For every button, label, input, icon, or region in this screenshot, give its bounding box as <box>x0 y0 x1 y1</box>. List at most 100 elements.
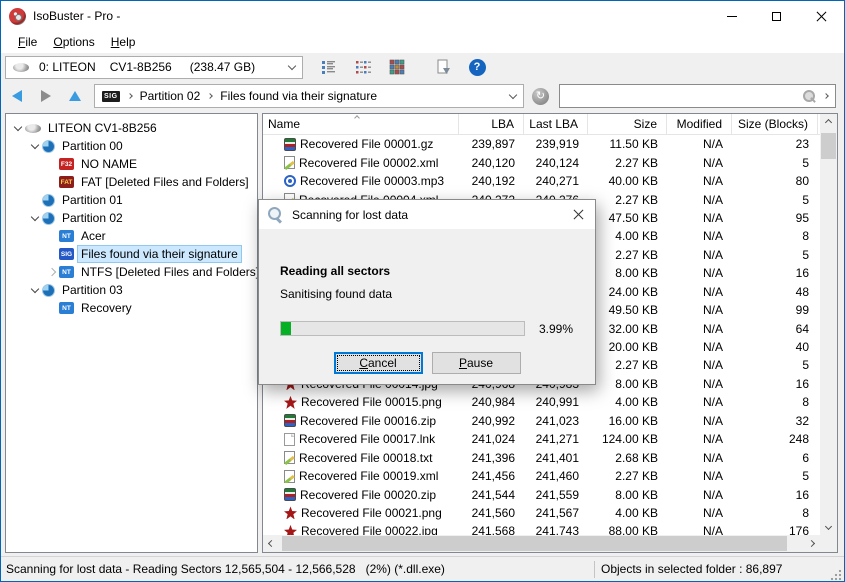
scroll-down-button[interactable] <box>820 518 837 535</box>
cell-modified: N/A <box>702 413 723 428</box>
tree-item-partition-02[interactable]: Partition 02 <box>6 209 257 227</box>
menu-help[interactable]: Help <box>103 31 144 53</box>
cell-blocks: 95 <box>795 210 809 225</box>
menu-file[interactable]: File <box>10 31 45 53</box>
horizontal-scrollbar[interactable] <box>263 535 820 552</box>
tree-item-fat-deleted-files-and-folders[interactable]: FAT FAT [Deleted Files and Folders] <box>6 173 257 191</box>
chevron-expanded-icon[interactable] <box>28 140 42 150</box>
breadcrumb-item-partition[interactable]: Partition 02 <box>140 89 201 103</box>
table-row[interactable]: Recovered File 00015.png 240,984 240,991 4.… <box>263 393 820 411</box>
vertical-scroll-thumb[interactable] <box>821 133 836 159</box>
list-view-button[interactable] <box>317 55 341 79</box>
tree-item-label: Partition 03 <box>62 283 123 297</box>
extract-button[interactable] <box>431 55 455 79</box>
cell-last_lba: 241,460 <box>535 469 579 484</box>
chevron-up-icon <box>824 118 833 127</box>
tree-item-label: Partition 01 <box>62 193 123 207</box>
cell-size: 4.00 KB <box>615 505 658 520</box>
column-header-size[interactable]: Size <box>588 114 667 134</box>
forward-button[interactable] <box>41 90 51 102</box>
table-row[interactable]: Recovered File 00002.xml 240,120 240,124 2.… <box>263 153 820 171</box>
vertical-scrollbar[interactable] <box>820 114 837 535</box>
tree-item-label: NO NAME <box>81 157 138 171</box>
pause-button[interactable]: Pause <box>431 352 521 374</box>
table-row[interactable]: Recovered File 00016.zip 240,992 241,023 16… <box>263 412 820 430</box>
column-header-last-lba[interactable]: Last LBA <box>524 114 588 134</box>
cell-last_lba: 241,401 <box>535 450 579 465</box>
back-button[interactable] <box>12 90 22 102</box>
up-button[interactable] <box>69 91 81 101</box>
table-row[interactable]: Recovered File 00022.jpg 241,568 241,743 88… <box>263 522 820 535</box>
cell-modified: N/A <box>702 137 723 152</box>
cell-size: 8.00 KB <box>615 376 658 391</box>
thumbnail-view-button[interactable] <box>385 55 409 79</box>
close-icon <box>816 11 827 22</box>
tree-item-ntfs-deleted-files-and-folders[interactable]: NT NTFS [Deleted Files and Folders] <box>6 263 257 281</box>
scroll-left-button[interactable] <box>263 535 280 552</box>
horizontal-scroll-thumb[interactable] <box>282 536 787 551</box>
help-button[interactable]: ? <box>465 55 489 79</box>
search-box <box>559 84 836 108</box>
cell-name: Recovered File 00015.png <box>263 395 459 409</box>
breadcrumb-item-current[interactable]: Files found via their signature <box>220 89 377 103</box>
drive-icon <box>25 123 41 133</box>
list-header: Name LBA Last LBA Size Modified Size (Bl… <box>263 114 820 135</box>
menu-options[interactable]: Options <box>45 31 102 53</box>
tree-item-recovery[interactable]: NT Recovery <box>6 299 257 317</box>
tree-item-partition-03[interactable]: Partition 03 <box>6 281 257 299</box>
tree-item-files-found-via-their-signature[interactable]: SIG Files found via their signature <box>6 245 257 263</box>
column-header-size-blocks[interactable]: Size (Blocks) <box>732 114 818 134</box>
table-row[interactable]: Recovered File 00017.lnk 241,024 241,271 12… <box>263 430 820 448</box>
cell-modified: N/A <box>702 174 723 189</box>
cell-modified: N/A <box>702 321 723 336</box>
scroll-right-button[interactable] <box>803 535 820 552</box>
dialog-subheading: Sanitising found data <box>280 287 393 301</box>
chevron-expanded-icon[interactable] <box>28 284 42 294</box>
cell-modified: N/A <box>702 247 723 262</box>
breadcrumb[interactable]: SIG Partition 02 Files found via their s… <box>94 84 524 108</box>
scroll-up-button[interactable] <box>820 114 837 131</box>
file-text-icon <box>284 451 295 465</box>
table-row[interactable]: Recovered File 00020.zip 241,544 241,559 8.… <box>263 485 820 503</box>
refresh-button[interactable]: ↻ <box>532 87 549 105</box>
minimize-button[interactable] <box>709 1 754 31</box>
tree-item-acer[interactable]: NT Acer <box>6 227 257 245</box>
cell-lba: 241,456 <box>471 469 515 484</box>
search-go-icon[interactable] <box>823 93 829 99</box>
cell-lba: 240,992 <box>471 413 515 428</box>
table-row[interactable]: Recovered File 00001.gz 239,897 239,919 11.… <box>263 135 820 153</box>
detail-view-button[interactable] <box>351 55 375 79</box>
cancel-button[interactable]: Cancel <box>333 352 423 374</box>
help-icon: ? <box>468 58 486 76</box>
cell-size: 11.50 KB <box>609 137 658 152</box>
tree-item-partition-01[interactable]: Partition 01 <box>6 191 257 209</box>
horizontal-scroll-track[interactable] <box>280 535 803 552</box>
search-icon[interactable] <box>802 89 816 103</box>
file-name: Recovered File 00022.jpg <box>301 524 438 535</box>
chevron-expanded-icon[interactable] <box>28 212 42 222</box>
table-row[interactable]: Recovered File 00021.png 241,560 241,567 4.… <box>263 504 820 522</box>
table-row[interactable]: Recovered File 00018.txt 241,396 241,401 2.… <box>263 448 820 466</box>
tree-item-partition-00[interactable]: Partition 00 <box>6 137 257 155</box>
column-header-name[interactable]: Name <box>263 114 459 134</box>
resize-grip-icon[interactable] <box>830 569 842 581</box>
search-input[interactable] <box>567 89 802 103</box>
chevron-expanded-icon[interactable] <box>11 122 25 132</box>
drive-selector[interactable]: 0: LITEON CV1-8B256 (238.47 GB) <box>5 55 303 79</box>
tree-item-liteon-cv1-8b256[interactable]: LITEON CV1-8B256 <box>6 119 257 137</box>
tree-item-no-name[interactable]: F32 NO NAME <box>6 155 257 173</box>
chevron-right-icon <box>807 539 816 548</box>
column-header-lba[interactable]: LBA <box>459 114 524 134</box>
isobuster-window: IsoBuster - Pro - File Options Help 0: L… <box>0 0 845 582</box>
cell-size: 2.27 KB <box>615 469 658 484</box>
cell-modified: N/A <box>702 524 723 535</box>
column-header-modified[interactable]: Modified <box>667 114 732 134</box>
chevron-collapsed-icon[interactable] <box>45 267 59 277</box>
close-button[interactable] <box>799 1 844 31</box>
table-row[interactable]: Recovered File 00003.mp3 240,192 240,271 40… <box>263 172 820 190</box>
maximize-button[interactable] <box>754 1 799 31</box>
file-name: Recovered File 00001.gz <box>300 137 434 152</box>
dialog-close-button[interactable] <box>562 200 595 229</box>
table-row[interactable]: Recovered File 00019.xml 241,456 241,460 2.… <box>263 467 820 485</box>
cell-blocks: 40 <box>795 340 809 355</box>
